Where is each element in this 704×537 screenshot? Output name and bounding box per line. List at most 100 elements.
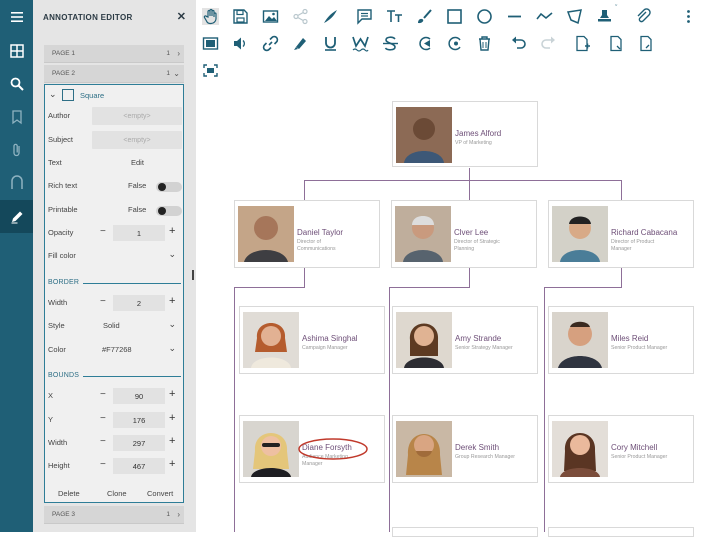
convert-button[interactable]: Convert (147, 489, 173, 498)
width-input[interactable]: 297 (113, 435, 165, 451)
org-card[interactable]: Miles Reid Senior Product Manager (548, 306, 694, 374)
redact-text-icon[interactable] (446, 35, 463, 52)
clone-button[interactable]: Clone (107, 489, 127, 498)
page-3-row[interactable]: PAGE 3 1 › (44, 506, 184, 524)
square-annotation-ellipse[interactable] (297, 437, 369, 461)
border-width-increment[interactable]: + (169, 295, 175, 307)
stamp-icon[interactable] (596, 8, 613, 25)
color-label: Color (48, 345, 66, 354)
grid-icon (9, 43, 24, 58)
text-tool-icon[interactable] (386, 8, 403, 25)
rich-text-toggle[interactable] (156, 182, 182, 192)
thumbnails-button[interactable] (0, 34, 33, 67)
search-button[interactable] (0, 67, 33, 100)
y-input[interactable]: 176 (113, 412, 165, 428)
height-decrement[interactable]: − (100, 459, 106, 470)
connector-line (389, 287, 390, 532)
opacity-increment[interactable]: + (169, 225, 175, 237)
employee-name: Cory Mitchell (611, 443, 658, 452)
border-style-row[interactable]: Style Solid ⌄ (45, 316, 183, 336)
bookmarks-button[interactable] (0, 100, 33, 133)
ellipse-icon[interactable] (476, 8, 493, 25)
annotation-editor-button[interactable] (0, 200, 33, 233)
fill-color-row[interactable]: Fill color ⌄ (45, 246, 183, 266)
hand-tool-icon[interactable] (202, 8, 219, 25)
org-card[interactable]: James Alford VP of Marketing (392, 101, 538, 167)
org-card[interactable]: Clver Lee Director of Strategic Planning (391, 200, 537, 268)
org-card[interactable] (392, 527, 538, 537)
employee-role: Group Research Manager (455, 454, 515, 460)
redo-icon[interactable] (540, 35, 557, 52)
subject-field[interactable]: <empty> (92, 131, 182, 149)
menu-button[interactable] (0, 0, 33, 33)
text-label: Text (48, 158, 62, 167)
height-increment[interactable]: + (169, 458, 175, 470)
org-card[interactable]: Richard Cabacana Director of Product Man… (548, 200, 694, 268)
more-vertical-icon[interactable] (680, 8, 697, 25)
undo-icon[interactable] (510, 35, 527, 52)
x-decrement[interactable]: − (100, 389, 106, 400)
y-decrement[interactable]: − (100, 413, 106, 424)
x-input[interactable]: 90 (113, 388, 165, 404)
underline-icon[interactable] (322, 35, 339, 52)
panel-resize-handle[interactable] (192, 270, 194, 280)
page-icon[interactable] (608, 35, 625, 52)
page-2-row[interactable]: PAGE 2 1 ⌄ (44, 65, 184, 83)
opacity-decrement[interactable]: − (100, 226, 106, 237)
delete-button[interactable]: Delete (58, 489, 80, 498)
comment-icon[interactable] (356, 8, 373, 25)
connector-line (621, 180, 622, 200)
org-card[interactable] (548, 527, 694, 537)
org-card[interactable]: Amy Strande Senior Strategy Manager (392, 306, 538, 374)
film-icon[interactable] (202, 35, 219, 52)
page-icon[interactable] (638, 35, 655, 52)
polygon-icon[interactable] (566, 8, 583, 25)
connector-line (389, 287, 469, 288)
close-icon[interactable]: ✕ (177, 10, 186, 23)
highlighter-icon[interactable] (292, 35, 309, 52)
width-decrement[interactable]: − (100, 436, 106, 447)
chevron-down-icon[interactable]: ˇ (615, 5, 617, 12)
border-width-input[interactable]: 2 (113, 295, 165, 311)
polyline-icon[interactable] (536, 8, 553, 25)
scan-icon[interactable] (202, 62, 219, 79)
org-card[interactable]: Daniel Taylor Director of Communications (234, 200, 380, 268)
width-increment[interactable]: + (169, 435, 175, 447)
y-increment[interactable]: + (169, 412, 175, 424)
opacity-input[interactable]: 1 (113, 225, 165, 241)
line-icon[interactable] (506, 8, 523, 25)
image-icon[interactable] (262, 8, 279, 25)
trash-icon[interactable] (476, 35, 493, 52)
org-card[interactable]: Derek Smith Group Research Manager (392, 415, 538, 483)
connector-line (469, 168, 470, 180)
add-page-icon[interactable] (574, 35, 591, 52)
squiggly-icon[interactable] (352, 35, 369, 52)
border-width-decrement[interactable]: − (100, 296, 106, 307)
edit-text-button[interactable]: Edit (131, 158, 144, 167)
height-input[interactable]: 467 (113, 458, 165, 474)
signatures-button[interactable] (0, 166, 33, 199)
redact-area-icon[interactable] (416, 35, 433, 52)
brush-icon[interactable] (416, 8, 433, 25)
rectangle-icon[interactable] (446, 8, 463, 25)
org-card[interactable]: Ashima Singhal Campaign Manager (239, 306, 385, 374)
strikethrough-icon[interactable] (382, 35, 399, 52)
printable-row: Printable False (45, 200, 183, 220)
save-icon[interactable] (232, 8, 249, 25)
paperclip-icon[interactable] (635, 8, 652, 25)
org-card[interactable]: Diane Forsyth Audience Marketing Manager (239, 415, 385, 483)
style-select[interactable]: Solid (103, 321, 120, 330)
link-icon[interactable] (262, 35, 279, 52)
org-card[interactable]: Cory Mitchell Senior Product Manager (548, 415, 694, 483)
printable-toggle[interactable] (156, 206, 182, 216)
pen-nib-icon[interactable] (322, 8, 339, 25)
annotation-header[interactable]: ⌄ Square (45, 86, 183, 106)
share-icon[interactable] (292, 8, 309, 25)
sound-icon[interactable] (232, 35, 249, 52)
page-1-row[interactable]: PAGE 1 1 › (44, 45, 184, 63)
attachments-button[interactable] (0, 133, 33, 166)
border-color-row[interactable]: Color #F77268 ⌄ (45, 340, 183, 360)
author-field[interactable]: <empty> (92, 107, 182, 125)
color-select[interactable]: #F77268 (102, 345, 132, 354)
x-increment[interactable]: + (169, 388, 175, 400)
